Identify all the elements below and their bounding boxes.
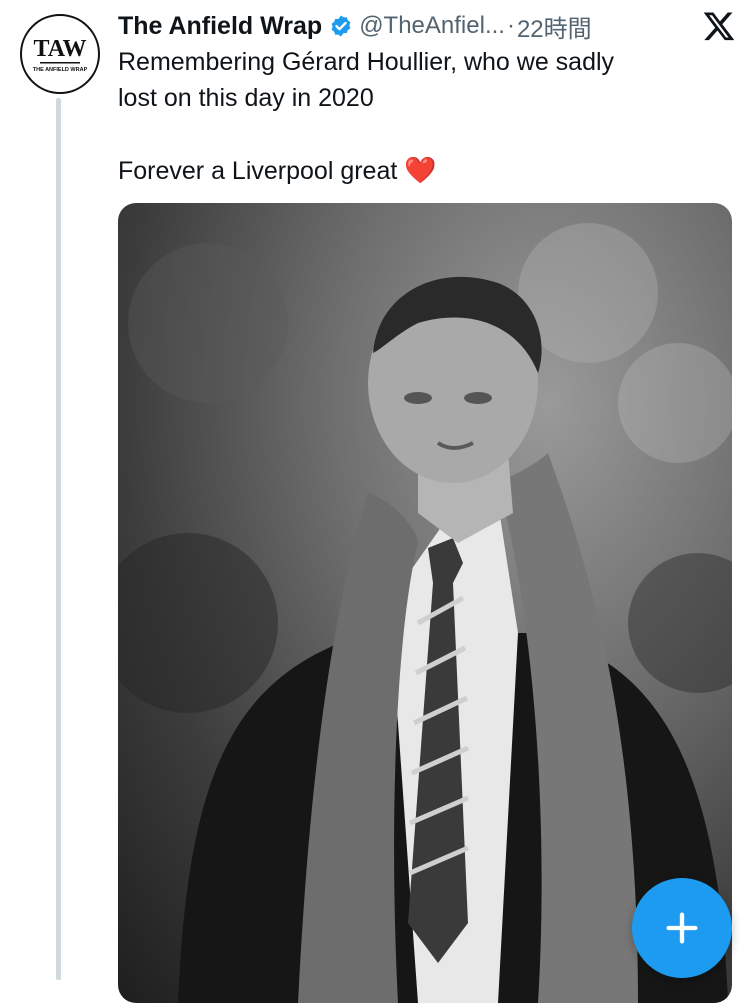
handle[interactable]: @TheAnfiel... — [359, 12, 505, 40]
tweet-header: The Anfield Wrap @TheAnfiel... · 22時間 — [118, 8, 736, 44]
photo-illustration — [118, 223, 732, 1003]
avatar-logo-subtext: THE ANFIELD WRAP — [33, 67, 88, 73]
verified-badge-icon — [331, 15, 351, 37]
separator-dot: · — [506, 12, 515, 39]
avatar-logo-text: TAW — [34, 36, 87, 62]
tweet-text-line-3: Forever a Liverpool great ❤️ — [118, 152, 718, 189]
tweet-text-line-3-label: Forever a Liverpool great — [118, 157, 398, 185]
tweet-photo[interactable] — [118, 203, 732, 1003]
plus-icon — [666, 912, 698, 944]
avatar[interactable]: TAW THE ANFIELD WRAP — [20, 14, 100, 94]
taw-logo-icon: TAW THE ANFIELD WRAP — [33, 36, 88, 73]
display-name[interactable]: The Anfield Wrap — [118, 12, 322, 41]
x-logo-icon[interactable] — [702, 9, 736, 43]
compose-button[interactable] — [632, 878, 732, 978]
tweet-text: Remembering Gérard Houllier, who we sadl… — [118, 44, 718, 189]
tweet-text-line-2: lost on this day in 2020 — [118, 84, 374, 112]
thread-line — [56, 98, 61, 980]
timestamp[interactable]: 22時間 — [517, 9, 592, 44]
tweet-text-line-1: Remembering Gérard Houllier, who we sadl… — [118, 48, 615, 76]
heart-emoji: ❤️ — [404, 155, 437, 185]
